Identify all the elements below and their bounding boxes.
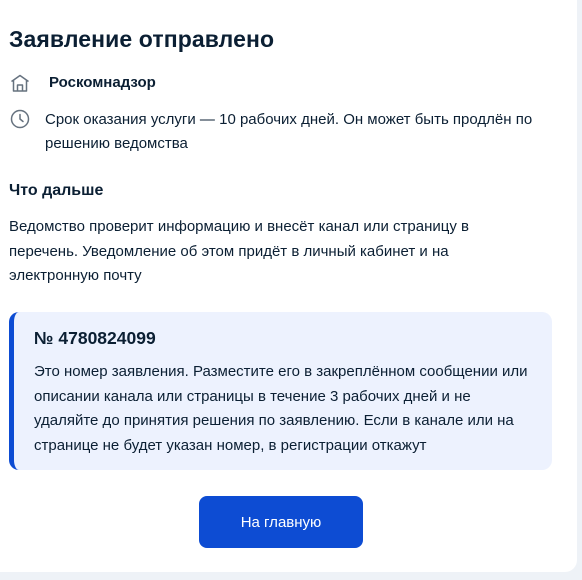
result-card: Заявление отправлено Роскомнадзор Срок о… [0,0,577,572]
term-text: Срок оказания услуги — 10 рабочих дней. … [45,111,533,152]
go-home-button[interactable]: На главную [199,496,363,548]
next-text: Ведомство проверит информацию и внесёт к… [9,218,469,284]
page-title: Заявление отправлено [9,26,275,52]
organization-row: Роскомнадзор [9,72,156,94]
organization-name: Роскомнадзор [49,74,156,91]
notice-text: Это номер заявления. Разместите его в за… [34,363,528,454]
term-row: Срок оказания услуги — 10 рабочих дней. … [9,108,550,156]
application-number: № 4780824099 [34,328,156,348]
building-icon [9,72,31,94]
clock-icon [9,108,31,130]
application-number-notice: № 4780824099 Это номер заявления. Размес… [9,312,552,470]
next-heading: Что дальше [9,182,104,199]
